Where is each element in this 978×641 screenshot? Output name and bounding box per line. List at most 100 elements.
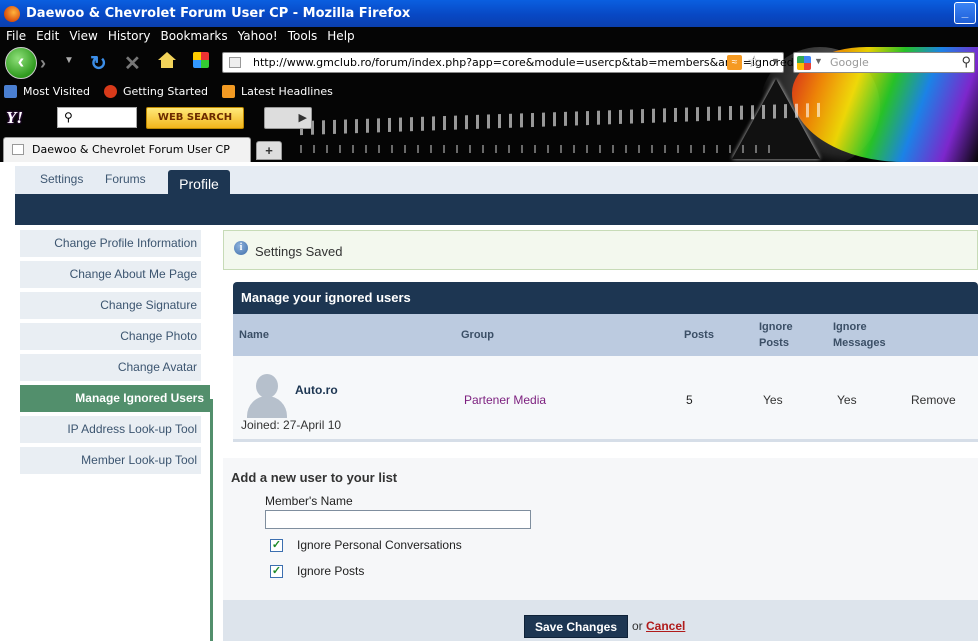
sidebar-item-manage-ignored-users[interactable]: Manage Ignored Users bbox=[20, 385, 210, 412]
sidebar-item-change-avatar[interactable]: Change Avatar bbox=[20, 354, 201, 381]
window-title: Daewoo & Chevrolet Forum User CP - Mozil… bbox=[26, 6, 411, 21]
usercp-topnav: Settings Forums Profile bbox=[15, 166, 978, 198]
getting-started-icon bbox=[103, 84, 117, 98]
tab-usercp[interactable]: Daewoo & Chevrolet Forum User CP bbox=[3, 137, 251, 162]
reload-icon[interactable]: ↻ bbox=[90, 51, 107, 76]
web-search-button[interactable]: WEB SEARCH bbox=[146, 107, 244, 129]
remove-link[interactable]: Remove bbox=[911, 393, 956, 407]
url-text[interactable]: http://www.gmclub.ro/forum/index.php?app… bbox=[253, 56, 794, 69]
page-content: Settings Forums Profile Change Profile I… bbox=[0, 162, 978, 641]
menu-view[interactable]: View bbox=[69, 29, 97, 43]
or-text: or bbox=[632, 619, 643, 633]
apps-icon[interactable] bbox=[193, 52, 209, 68]
col-ignore-posts: Ignore Posts bbox=[759, 321, 793, 349]
menu-edit[interactable]: Edit bbox=[36, 29, 59, 43]
minimize-button[interactable]: _ bbox=[954, 2, 976, 24]
avatar-body bbox=[247, 396, 287, 418]
yahoo-logo[interactable]: Y! bbox=[6, 108, 23, 128]
ignore-conversations-label: Ignore Personal Conversations bbox=[297, 538, 462, 552]
info-icon: i bbox=[234, 241, 248, 255]
most-visited-icon bbox=[4, 84, 17, 98]
menu-bar: File Edit View History Bookmarks Yahoo! … bbox=[0, 27, 359, 45]
menu-yahoo[interactable]: Yahoo! bbox=[238, 29, 278, 43]
table-header: Name Group Posts Ignore Posts Ignore Mes… bbox=[233, 314, 978, 356]
tab-title: Daewoo & Chevrolet Forum User CP bbox=[32, 143, 230, 156]
history-dropdown-icon[interactable]: ▼ bbox=[64, 55, 74, 66]
engine-dropdown-icon[interactable]: ▼ bbox=[814, 56, 823, 66]
home-icon[interactable] bbox=[158, 52, 176, 68]
back-button[interactable]: ‹ bbox=[5, 47, 37, 79]
member-name-input[interactable] bbox=[265, 510, 531, 529]
subnav-bar bbox=[15, 194, 978, 225]
yahoo-search-input[interactable]: ⚲ bbox=[57, 107, 137, 128]
menu-history[interactable]: History bbox=[108, 29, 151, 43]
sidebar-active-line bbox=[210, 399, 213, 641]
search-box[interactable]: ▼ Google ⚲ bbox=[793, 52, 975, 73]
form-footer: Save Changes or Cancel bbox=[223, 600, 978, 641]
member-name-label: Member's Name bbox=[265, 494, 353, 508]
bookmarks-toolbar: Most Visited Getting Started Latest Head… bbox=[0, 82, 343, 100]
rss-feed-icon[interactable]: ≈ bbox=[727, 55, 742, 70]
menu-help[interactable]: Help bbox=[327, 29, 354, 43]
save-changes-button[interactable]: Save Changes bbox=[524, 615, 628, 638]
avatar-head bbox=[256, 374, 278, 398]
menu-bookmarks[interactable]: Bookmarks bbox=[161, 29, 228, 43]
col-posts: Posts bbox=[684, 329, 714, 341]
search-placeholder[interactable]: Google bbox=[830, 56, 869, 69]
back-arrow-icon: ‹ bbox=[17, 51, 25, 73]
cancel-link[interactable]: Cancel bbox=[646, 619, 685, 633]
sidebar-item-change-photo[interactable]: Change Photo bbox=[20, 323, 201, 350]
search-icon[interactable]: ⚲ bbox=[961, 54, 971, 70]
ignore-posts-label: Ignore Posts bbox=[297, 564, 365, 578]
tab-forums[interactable]: Forums bbox=[105, 172, 146, 186]
yahoo-extra-button[interactable]: ▶ bbox=[264, 107, 312, 129]
settings-saved-message: i Settings Saved bbox=[223, 230, 978, 270]
avatar[interactable] bbox=[245, 374, 289, 418]
sidebar-item-member-lookup[interactable]: Member Look-up Tool bbox=[20, 447, 201, 474]
user-posts-count: 5 bbox=[686, 393, 693, 407]
col-group: Group bbox=[461, 329, 494, 341]
yahoo-toolbar: Y! ⚲ WEB SEARCH ▶ bbox=[0, 105, 320, 131]
panel-title: Manage your ignored users bbox=[233, 282, 978, 314]
ignore-messages-value: Yes bbox=[837, 393, 857, 407]
tab-settings[interactable]: Settings bbox=[40, 172, 83, 186]
ignore-posts-value: Yes bbox=[763, 393, 783, 407]
user-group: Partener Media bbox=[464, 393, 547, 407]
google-engine-icon[interactable] bbox=[797, 56, 811, 70]
sidebar-item-ip-address-lookup[interactable]: IP Address Look-up Tool bbox=[20, 416, 201, 443]
user-joined-date: Joined: 27-April 10 bbox=[241, 418, 342, 432]
chevron-right-icon: ▶ bbox=[298, 112, 307, 124]
user-name-link[interactable]: Auto.ro bbox=[295, 383, 338, 397]
new-tab-button[interactable]: + bbox=[256, 141, 282, 160]
browser-chrome: File Edit View History Bookmarks Yahoo! … bbox=[0, 27, 978, 162]
ignore-conversations-checkbox[interactable]: ✓ bbox=[270, 539, 283, 552]
message-text: Settings Saved bbox=[255, 244, 343, 259]
rss-headlines-icon bbox=[222, 84, 235, 98]
url-dropdown-icon[interactable]: ▼ bbox=[771, 56, 780, 66]
firefox-logo-icon bbox=[4, 5, 20, 22]
navigation-toolbar: ‹ › ▼ ↻ ✕ http://www.gmclub.ro/forum/ind… bbox=[0, 46, 978, 79]
tab-strip: Daewoo & Chevrolet Forum User CP + bbox=[0, 135, 978, 162]
url-bar[interactable]: http://www.gmclub.ro/forum/index.php?app… bbox=[222, 52, 794, 73]
add-user-section: Add a new user to your list Member's Nam… bbox=[223, 458, 978, 600]
stop-icon[interactable]: ✕ bbox=[124, 51, 141, 76]
sidebar-item-change-profile-information[interactable]: Change Profile Information bbox=[20, 230, 201, 257]
ignore-posts-checkbox[interactable]: ✓ bbox=[270, 565, 283, 578]
menu-tools[interactable]: Tools bbox=[288, 29, 318, 43]
site-favicon-icon bbox=[229, 57, 241, 68]
menu-file[interactable]: File bbox=[6, 29, 26, 43]
sidebar-item-change-about-me-page[interactable]: Change About Me Page bbox=[20, 261, 201, 288]
add-user-title: Add a new user to your list bbox=[231, 470, 398, 485]
bookmark-star-icon[interactable]: ☆ bbox=[747, 52, 761, 72]
bookmark-getting-started[interactable]: Getting Started bbox=[103, 84, 208, 98]
forward-button[interactable]: › bbox=[40, 53, 62, 75]
table-row: Auto.ro Joined: 27-April 10 Partener Med… bbox=[233, 356, 978, 442]
tab-favicon-icon bbox=[12, 144, 24, 155]
yahoo-search-icon: ⚲ bbox=[64, 110, 73, 124]
bookmark-most-visited[interactable]: Most Visited bbox=[4, 84, 90, 98]
bookmark-latest-headlines[interactable]: Latest Headlines bbox=[222, 84, 333, 98]
col-ignore-messages: Ignore Messages bbox=[833, 321, 886, 349]
window-titlebar: Daewoo & Chevrolet Forum User CP - Mozil… bbox=[0, 0, 978, 27]
sidebar-item-change-signature[interactable]: Change Signature bbox=[20, 292, 201, 319]
col-name: Name bbox=[239, 329, 269, 341]
